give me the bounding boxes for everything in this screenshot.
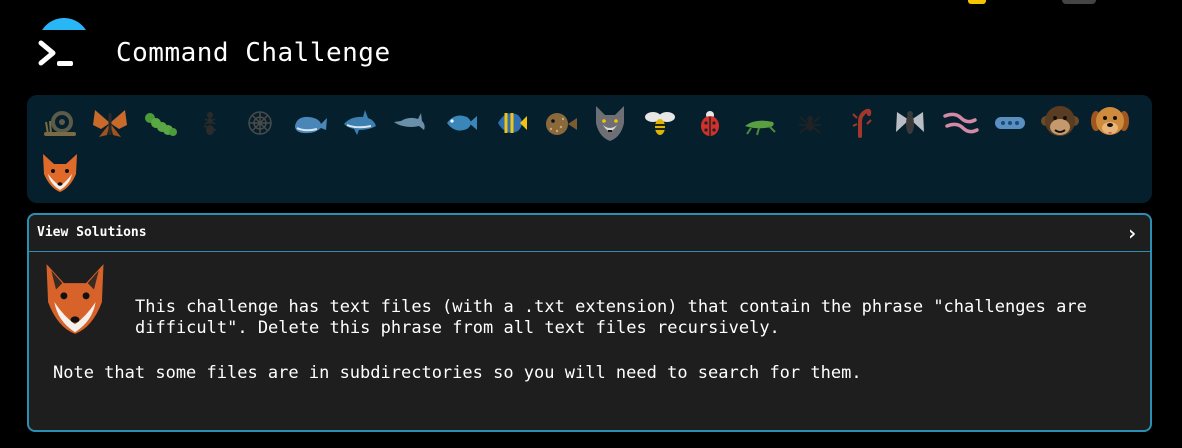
challenge-panel: View Solutions › This challenge has text…: [27, 213, 1152, 432]
fish-icon[interactable]: [435, 101, 485, 145]
monkey-icon[interactable]: [1035, 101, 1085, 145]
whale-icon[interactable]: [285, 101, 335, 145]
fly-icon[interactable]: [885, 101, 935, 145]
cricket-icon[interactable]: [735, 101, 785, 145]
spider-web-icon[interactable]: [235, 101, 285, 145]
challenge-description: This challenge has text files (with a .t…: [135, 297, 1087, 338]
view-solutions-label: View Solutions: [37, 225, 147, 240]
fox-icon: [43, 261, 107, 341]
icon-row: [35, 151, 85, 195]
view-solutions-toggle[interactable]: View Solutions ›: [29, 215, 1150, 252]
header: Command Challenge: [0, 0, 1182, 92]
spider-icon[interactable]: [785, 101, 835, 145]
tropical-fish-icon[interactable]: [485, 101, 535, 145]
top-accent-yellow: [968, 0, 986, 4]
challenge-note: Note that some files are in subdirectori…: [53, 363, 862, 383]
scorpion-icon[interactable]: [835, 101, 885, 145]
dog-icon[interactable]: [1085, 101, 1135, 145]
wolf-icon[interactable]: [585, 101, 635, 145]
challenge-icon-bar: [27, 95, 1152, 203]
icon-row: [35, 101, 1135, 145]
caterpillar-icon[interactable]: [135, 101, 185, 145]
page-title: Command Challenge: [116, 38, 391, 68]
fox-icon[interactable]: [35, 151, 85, 195]
chevron-right-icon[interactable]: ›: [1126, 221, 1138, 245]
butterfly-icon[interactable]: [85, 101, 135, 145]
microbe-icon[interactable]: [985, 101, 1035, 145]
bee-icon[interactable]: [635, 101, 685, 145]
shark-icon[interactable]: [335, 101, 385, 145]
blowfish-icon[interactable]: [535, 101, 585, 145]
dolphin-icon[interactable]: [385, 101, 435, 145]
ladybug-icon[interactable]: [685, 101, 735, 145]
top-accent-gray: [1062, 0, 1096, 4]
snail-icon[interactable]: [35, 101, 85, 145]
ant-icon[interactable]: [185, 101, 235, 145]
worm-icon[interactable]: [935, 101, 985, 145]
terminal-prompt-icon[interactable]: [37, 37, 79, 71]
